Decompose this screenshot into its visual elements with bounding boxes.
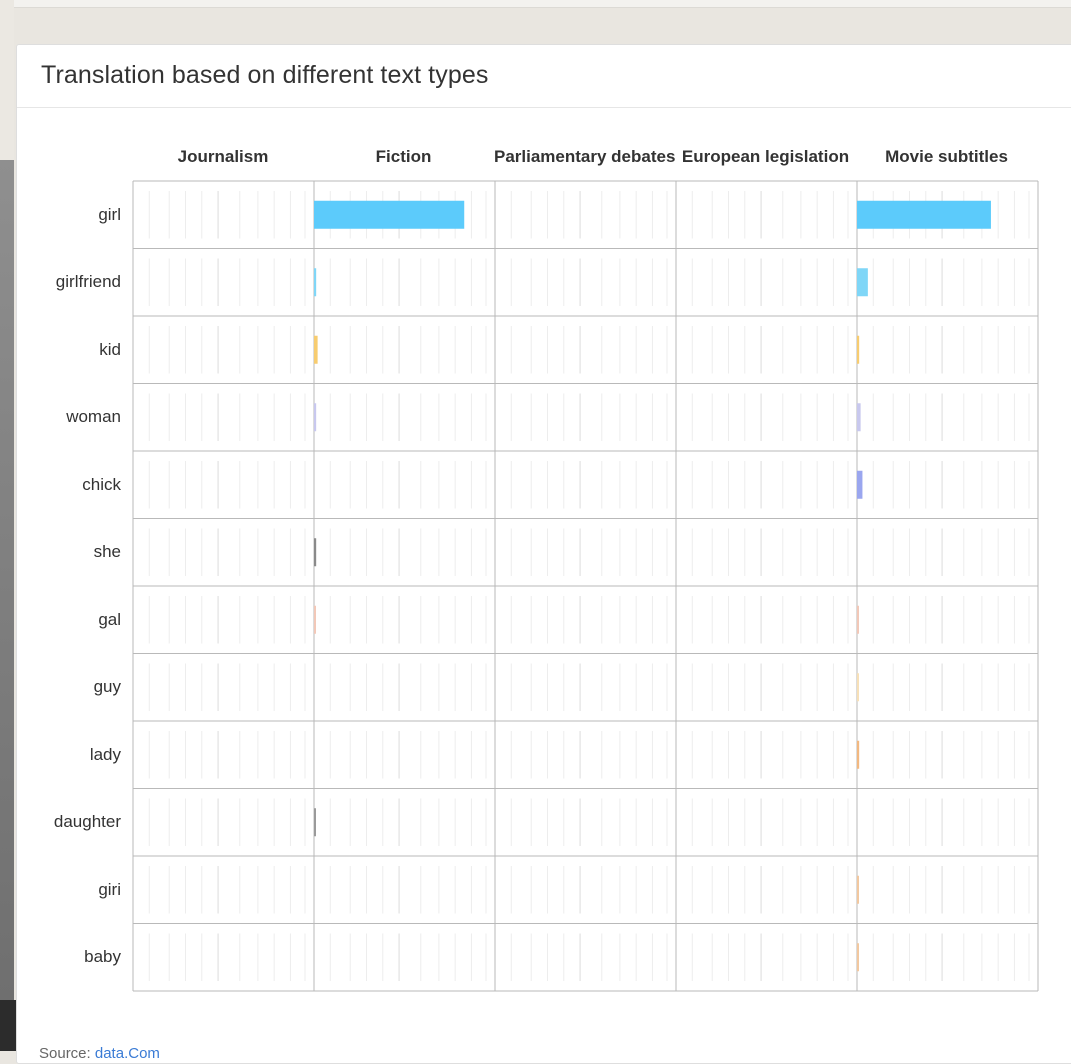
source-link[interactable]: data.Com — [95, 1045, 160, 1062]
bar-lady-movie-subtitles — [857, 740, 860, 769]
bar-gal-movie-subtitles — [857, 605, 859, 634]
bar-girl-movie-subtitles — [857, 200, 991, 229]
bar-woman-fiction — [314, 403, 317, 432]
bar-guy-movie-subtitles — [857, 673, 859, 702]
bar-baby-movie-subtitles — [857, 943, 859, 972]
bar-girl-fiction — [314, 200, 465, 229]
bar-girlfriend-movie-subtitles — [857, 268, 868, 297]
bar-kid-fiction — [314, 335, 318, 364]
bar-giri-movie-subtitles — [857, 875, 859, 904]
bar-woman-movie-subtitles — [857, 403, 861, 432]
source-prefix: Source: — [39, 1045, 95, 1062]
bar-kid-movie-subtitles — [857, 335, 860, 364]
bar-she-fiction — [314, 538, 317, 567]
bar-chick-movie-subtitles — [857, 470, 863, 499]
source-line: Source: data.Com — [39, 1045, 160, 1062]
bar-girlfriend-fiction — [314, 268, 317, 297]
bar-gal-fiction — [314, 605, 316, 634]
top-strip — [0, 0, 1071, 8]
background-left — [0, 0, 14, 1051]
bar-daughter-fiction — [314, 808, 316, 837]
chart-grid — [132, 180, 1039, 992]
chart-card: Translation based on different text type… — [16, 44, 1071, 1064]
